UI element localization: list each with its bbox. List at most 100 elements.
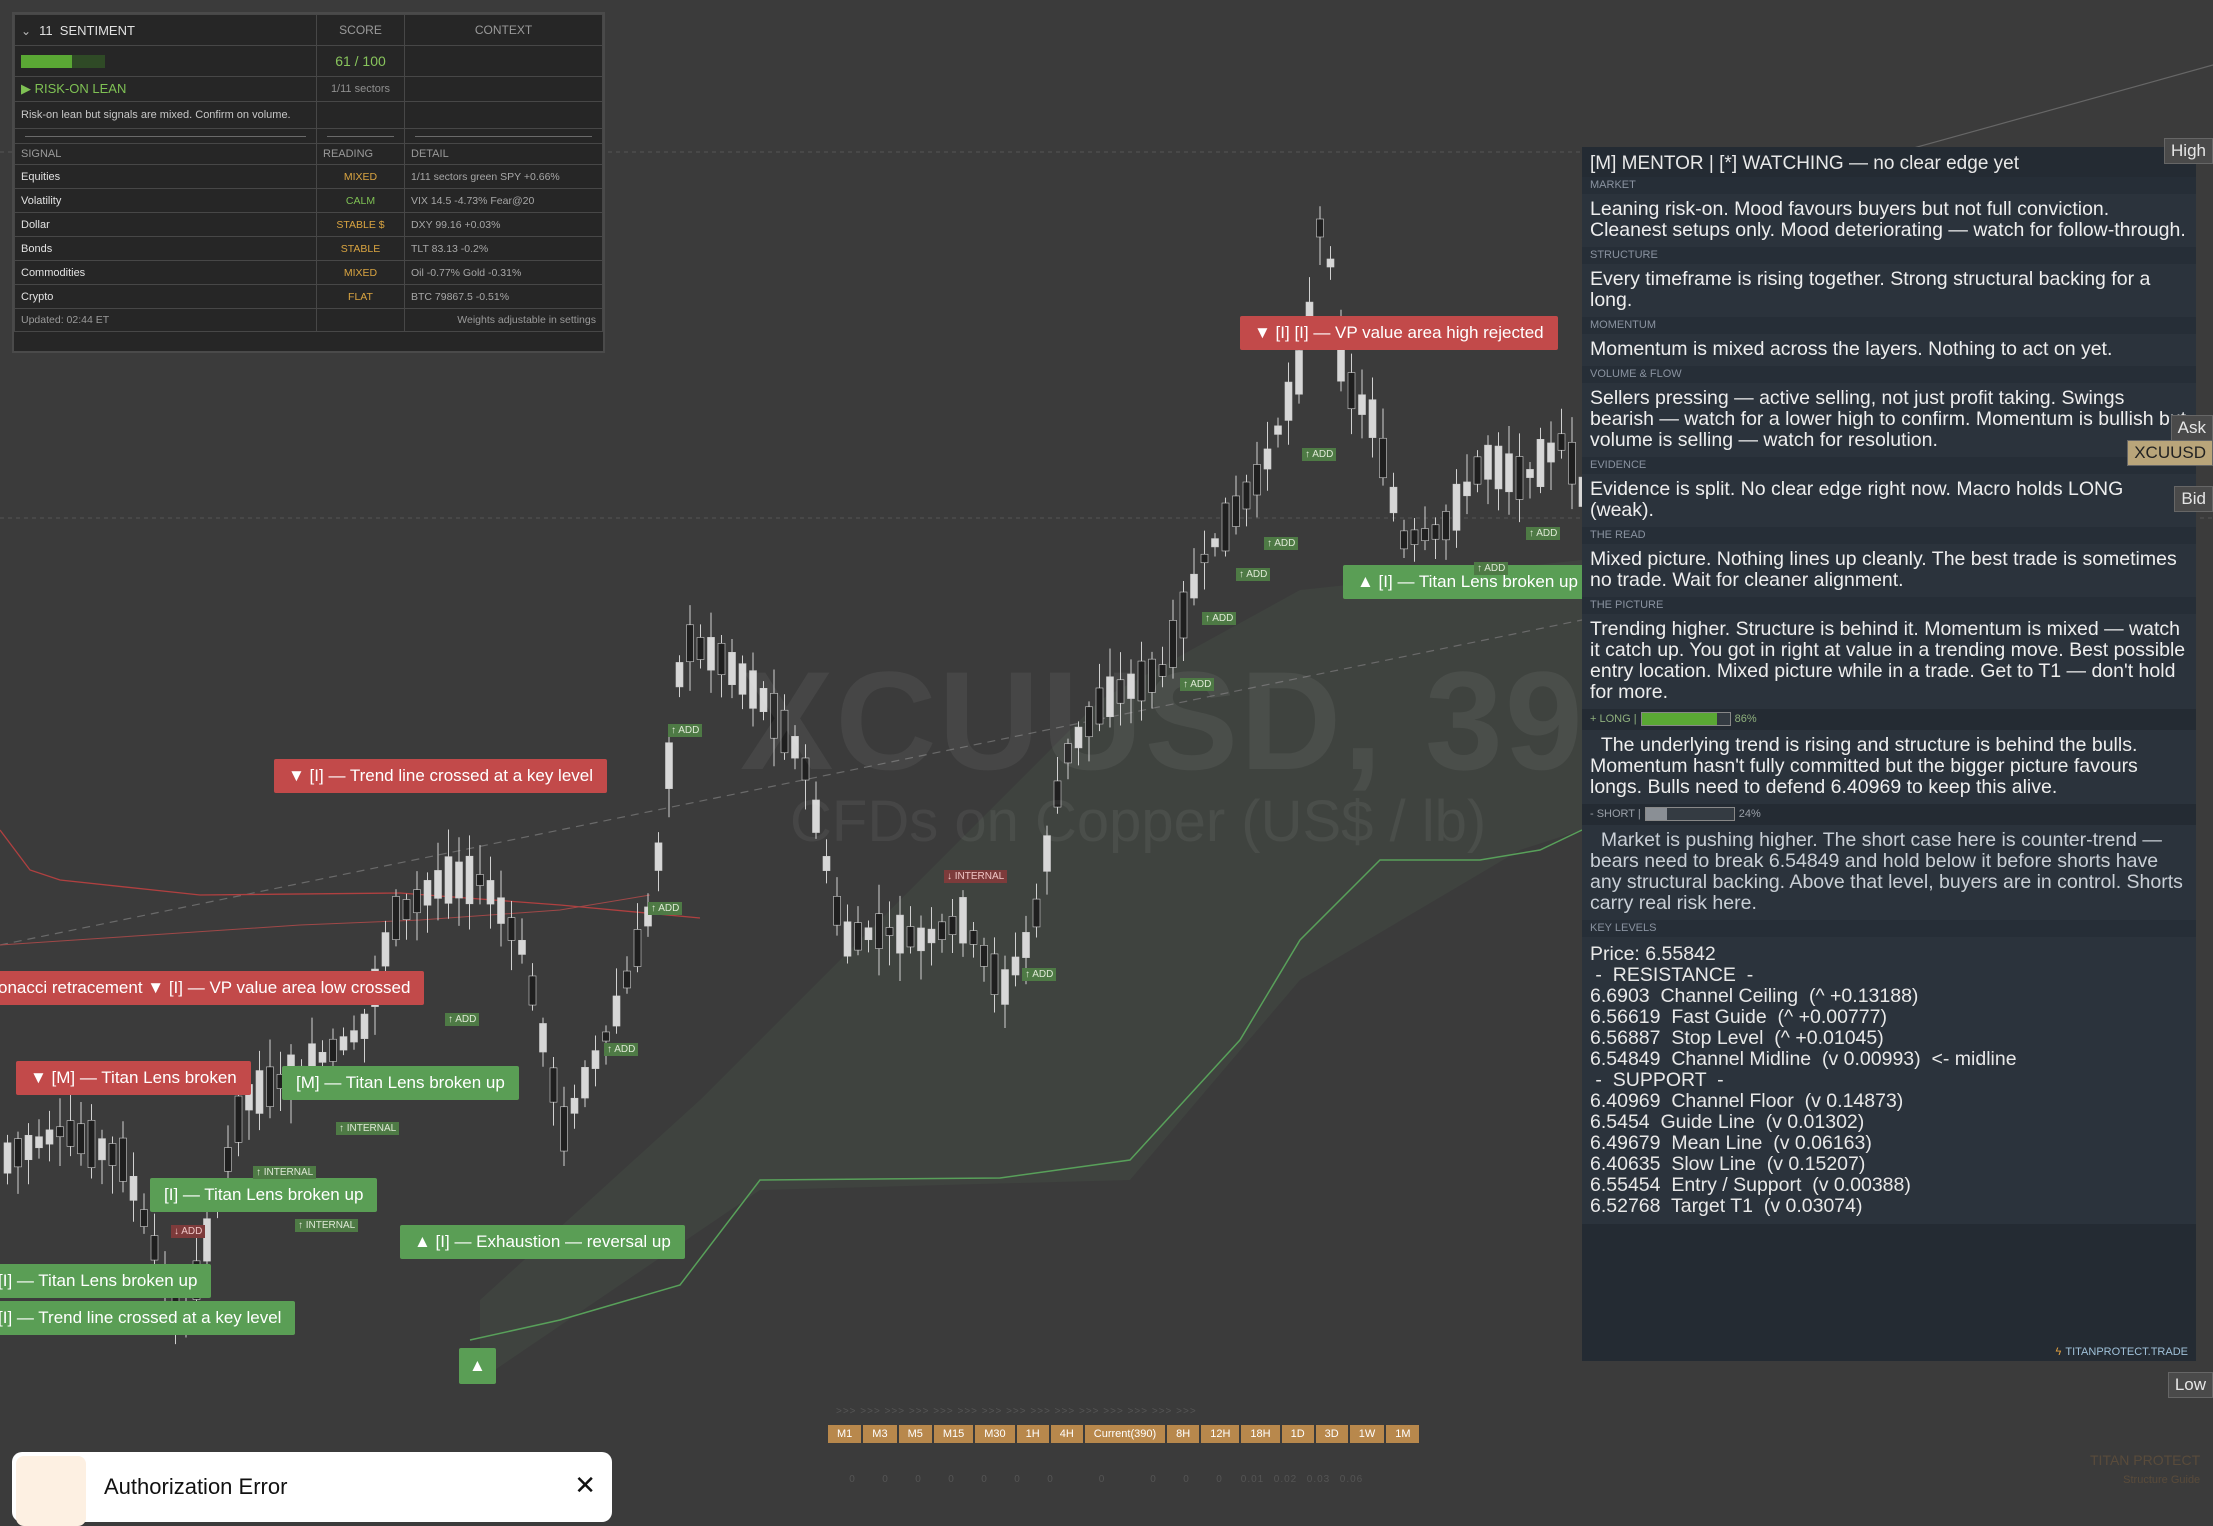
timeframe-button[interactable]: Current(390) xyxy=(1084,1425,1166,1443)
annotation-label: onacci retracement ▼ [I] — VP value area… xyxy=(0,971,425,1005)
signal-detail: 1/11 sectors green SPY +0.66% xyxy=(404,164,603,189)
candle xyxy=(360,1013,369,1039)
candle xyxy=(1568,441,1576,485)
timeframe-button[interactable]: 18H xyxy=(1241,1425,1280,1443)
timeframe-button[interactable]: M1 xyxy=(828,1425,862,1443)
key-level-line: 6.55454 Entry / Support (v 0.00388) xyxy=(1590,1174,1911,1196)
signal-reading: STABLE $ xyxy=(316,212,405,237)
candle xyxy=(1557,433,1566,451)
timeframe-button[interactable]: M30 xyxy=(975,1425,1015,1443)
timeframe-button[interactable]: M3 xyxy=(863,1425,897,1443)
annotation-label: [M] — Titan Lens broken up xyxy=(282,1066,519,1100)
candle xyxy=(602,1031,610,1042)
short-pct: 24% xyxy=(1738,807,1761,820)
candle xyxy=(1179,591,1188,639)
annotation-label: ▼ [M] — Titan Lens broken xyxy=(16,1061,251,1095)
short-label: - SHORT | xyxy=(1590,807,1641,820)
timeframe-button[interactable]: 3D xyxy=(1315,1425,1348,1443)
signal-reading: CALM xyxy=(316,188,405,213)
key-level-line: 6.6903 Channel Ceiling (^ +0.13188) xyxy=(1590,985,1919,1007)
timeframe-delta: 0 xyxy=(1183,1474,1190,1485)
candle xyxy=(108,1143,117,1166)
candle xyxy=(1032,898,1041,928)
indicator-line xyxy=(0,894,651,946)
candle xyxy=(24,1134,33,1161)
candle xyxy=(119,1137,127,1182)
candle xyxy=(1379,437,1387,479)
mentor-section-text: Trending higher. Structure is behind it.… xyxy=(1582,614,2196,709)
timeframe-button[interactable]: 1M xyxy=(1386,1425,1420,1443)
timeframe-button[interactable]: 1W xyxy=(1349,1425,1385,1443)
timeframe-button[interactable]: 12H xyxy=(1201,1425,1240,1443)
key-level-line: 6.54849 Channel Midline (v 0.00993) <- m… xyxy=(1590,1048,2017,1070)
signal-detail: BTC 79867.5 -0.51% xyxy=(404,284,603,309)
candle xyxy=(1410,529,1419,545)
candle xyxy=(1368,399,1377,438)
corner-brand-title: TITAN PROTECT xyxy=(2090,1452,2201,1468)
candle xyxy=(938,921,946,940)
mentor-section-label: THE PICTURE xyxy=(1582,597,2196,614)
candle xyxy=(350,1030,358,1043)
candle xyxy=(1232,495,1240,527)
candle xyxy=(948,916,957,935)
long-conviction: + LONG | 86% xyxy=(1582,709,2196,730)
candle xyxy=(1431,524,1440,540)
key-level-line: 6.56619 Fast Guide (^ +0.00777) xyxy=(1590,1006,1887,1028)
add-tag: ↑ ADD xyxy=(1202,612,1237,625)
candle xyxy=(665,742,673,789)
timeframe-button[interactable]: 1D xyxy=(1281,1425,1314,1443)
candle xyxy=(1452,483,1461,531)
candle xyxy=(696,637,705,660)
timeframe-deltas: 0 0 0 0 0 0 0 0 0 0 0 0.01 0.02 0.03 0.06 xyxy=(836,1474,1368,1485)
candle xyxy=(87,1119,96,1169)
candle xyxy=(455,861,463,899)
candle xyxy=(318,1051,327,1063)
annotation-label: [I] — Titan Lens broken up xyxy=(150,1178,378,1212)
symbol-watermark: XCUUSD, 390 xyxy=(740,642,1665,799)
timeframe-delta: 0 xyxy=(1098,1474,1106,1485)
timeframe-button[interactable]: 1H xyxy=(1016,1425,1049,1443)
candle xyxy=(1284,381,1293,421)
close-icon[interactable]: ✕ xyxy=(574,1470,596,1501)
mentor-section-label: STRUCTURE xyxy=(1582,247,2196,264)
candle xyxy=(66,1120,75,1147)
candle xyxy=(1316,218,1324,238)
price-scale-low[interactable]: Low xyxy=(2167,1372,2213,1398)
candle xyxy=(486,880,495,905)
sentiment-score: 61 / 100 xyxy=(316,45,405,77)
timeframe-button[interactable]: M5 xyxy=(898,1425,932,1443)
candle xyxy=(654,842,663,871)
timeframe-delta: 0.02 xyxy=(1273,1474,1298,1485)
candle xyxy=(633,929,642,967)
signal-name: Dollar xyxy=(14,212,317,237)
add-tag: ↑ ADD xyxy=(445,1013,480,1026)
chevron-down-icon[interactable]: ⌄ xyxy=(21,24,31,38)
price-scale-symbol[interactable]: XCUUSD xyxy=(2127,440,2213,466)
timeframe-button[interactable]: M15 xyxy=(933,1425,974,1443)
timeframe-delta: 0 xyxy=(981,1474,988,1485)
candle xyxy=(423,880,432,906)
price-scale-ask[interactable]: Ask xyxy=(2170,415,2213,441)
signal-detail: VIX 14.5 -4.73% Fear@20 xyxy=(404,188,603,213)
candle xyxy=(77,1123,85,1155)
signal-header: SIGNAL xyxy=(14,143,317,165)
reading-header: READING xyxy=(316,143,405,165)
timeframe-delta: 0 xyxy=(915,1474,922,1485)
candle xyxy=(465,855,474,905)
long-conviction-bar xyxy=(1640,712,1731,726)
short-case-text: Market is pushing higher. The short case… xyxy=(1582,825,2196,920)
candle xyxy=(570,1097,579,1114)
brand-text: TITANPROTECT.TRADE xyxy=(2065,1346,2188,1358)
timeframe-arrows-top: >>> >>> >>> >>> >>> >>> >>> >>> >>> >>> … xyxy=(836,1406,1197,1417)
candle xyxy=(875,913,883,949)
candle xyxy=(1358,394,1366,415)
candle xyxy=(560,1106,568,1152)
timeframe-button[interactable]: 8H xyxy=(1167,1425,1200,1443)
timeframe-button[interactable]: 4H xyxy=(1050,1425,1083,1443)
price-scale-bid[interactable]: Bid xyxy=(2174,486,2213,512)
add-tag: ↑ ADD xyxy=(604,1043,639,1056)
key-level-line: 6.40969 Channel Floor (v 0.14873) xyxy=(1590,1090,1904,1112)
price-scale-high[interactable]: High xyxy=(2164,138,2213,164)
candle xyxy=(266,1066,274,1107)
candle xyxy=(822,856,831,871)
